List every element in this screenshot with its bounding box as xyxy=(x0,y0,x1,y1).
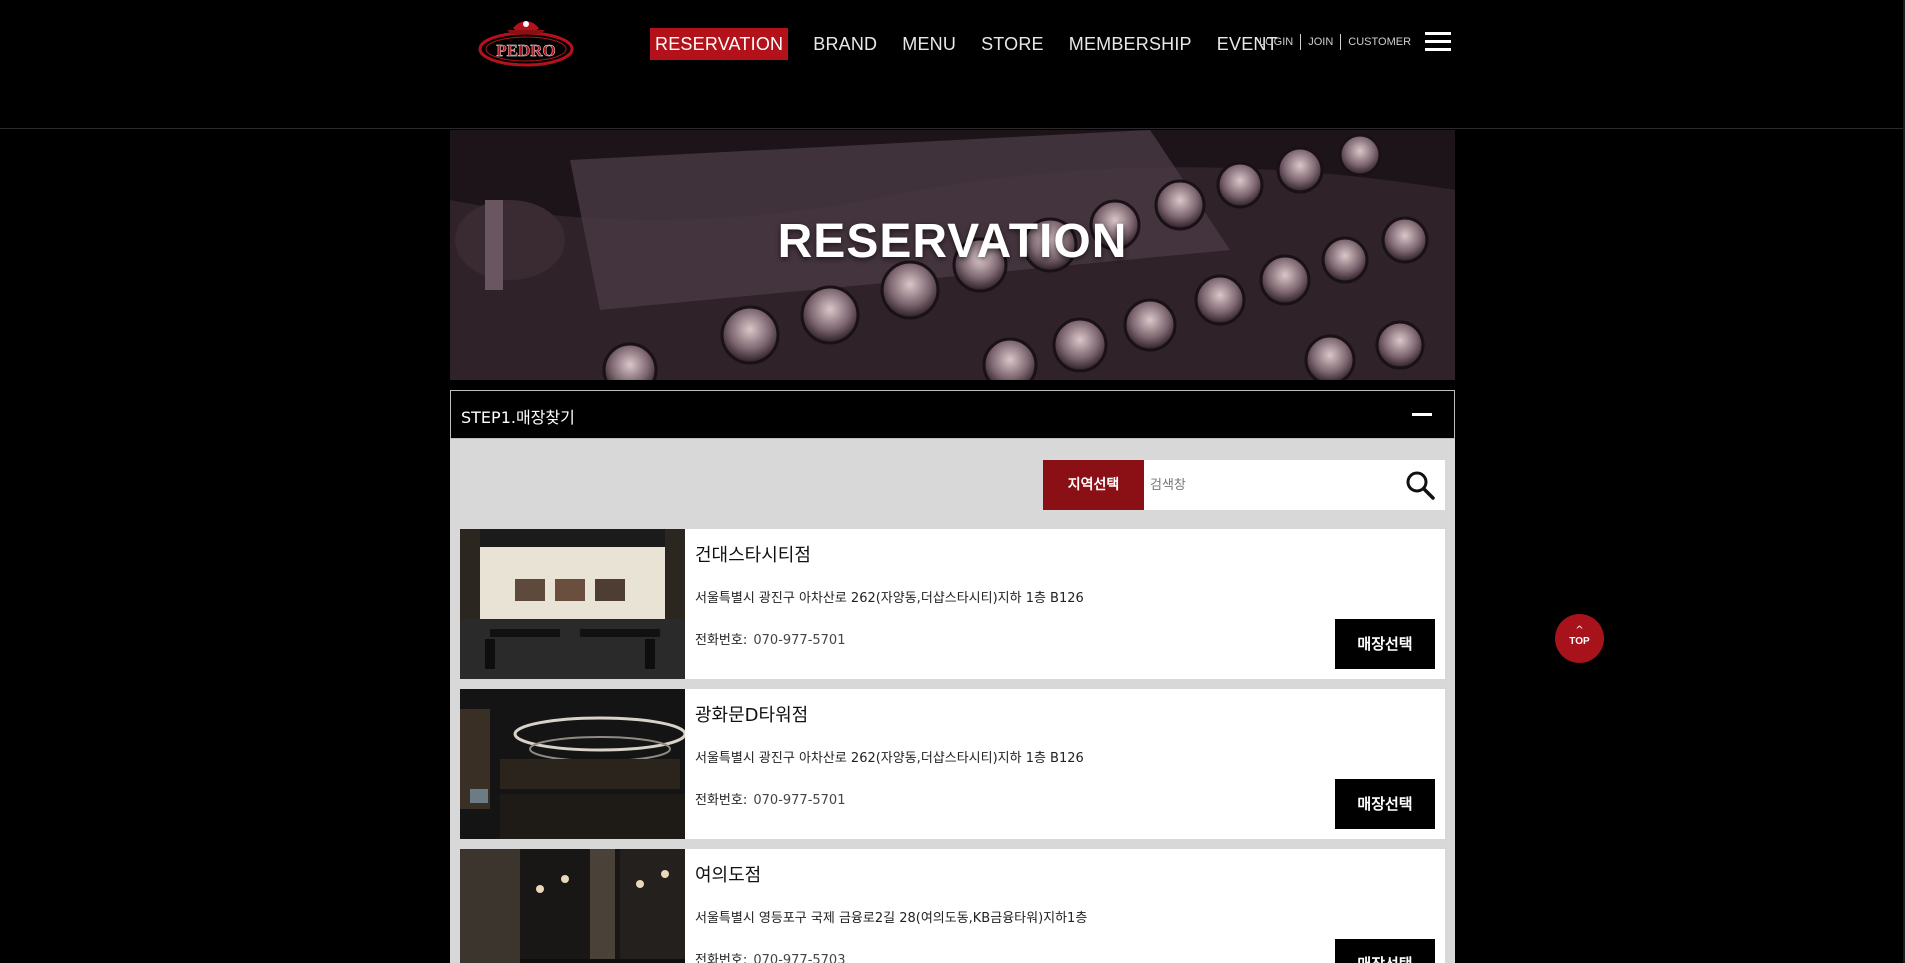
store-name: 여의도점 xyxy=(695,865,762,886)
store-phone: 전화번호: 070-977-5701 xyxy=(695,789,845,808)
store-address: 서울특별시 광진구 아차산로 262(자양동,더샵스타시티)지하 1층 B126 xyxy=(695,751,1084,766)
customer-link[interactable]: CUSTOMER xyxy=(1348,36,1411,48)
divider xyxy=(1300,34,1302,50)
store-select-button[interactable]: 매장선택 xyxy=(1335,619,1435,669)
nav-menu[interactable]: MENU xyxy=(902,28,956,60)
utility-links: LOGIN JOIN CUSTOMER xyxy=(1259,34,1411,50)
step-header[interactable]: STEP1.매장찾기 xyxy=(450,390,1455,439)
store-card: 건대스타시티점 서울특별시 광진구 아차산로 262(자양동,더샵스타시티)지하… xyxy=(460,529,1445,679)
store-select-button[interactable]: 매장선택 xyxy=(1335,779,1435,829)
minus-icon[interactable] xyxy=(1412,413,1432,416)
phone-label: 전화번호: xyxy=(695,793,748,808)
main-nav: RESERVATION BRAND MENU STORE MEMBERSHIP … xyxy=(650,28,1303,60)
store-select-button[interactable]: 매장선택 xyxy=(1335,939,1435,963)
phone-number: 070-977-5703 xyxy=(753,953,846,963)
nav-membership[interactable]: MEMBERSHIP xyxy=(1069,28,1192,60)
top-label: TOP xyxy=(1569,636,1590,647)
store-name: 광화문D타워점 xyxy=(695,705,809,726)
step-title: STEP1.매장찾기 xyxy=(461,408,575,427)
join-link[interactable]: JOIN xyxy=(1308,36,1333,48)
region-select-button[interactable]: 지역선택 xyxy=(1043,460,1144,510)
site-header: PEDRO RESERVATION BRAND MENU STORE MEMBE… xyxy=(0,0,1905,129)
phone-label: 전화번호: xyxy=(695,633,748,648)
store-card: 여의도점 서울특별시 영등포구 국제 금융로2길 28(여의도동,KB금융타워)… xyxy=(460,849,1445,963)
store-photo xyxy=(460,849,685,963)
store-name: 건대스타시티점 xyxy=(695,545,811,566)
store-search-panel: 지역선택 건대 xyxy=(450,439,1455,963)
search-input[interactable] xyxy=(1144,460,1394,510)
store-address: 서울특별시 광진구 아차산로 262(자양동,더샵스타시티)지하 1층 B126 xyxy=(695,591,1084,606)
scroll-top-button[interactable]: ^ TOP xyxy=(1555,614,1604,663)
store-phone: 전화번호: 070-977-5703 xyxy=(695,949,845,963)
hamburger-icon[interactable] xyxy=(1425,32,1451,52)
divider xyxy=(1340,34,1342,50)
nav-brand[interactable]: BRAND xyxy=(813,28,877,60)
phone-number: 070-977-5701 xyxy=(753,793,846,808)
pedro-logo[interactable]: PEDRO xyxy=(477,12,575,68)
store-address: 서울특별시 영등포구 국제 금융로2길 28(여의도동,KB금융타워)지하1층 xyxy=(695,911,1088,926)
store-card: 광화문D타워점 서울특별시 광진구 아차산로 262(자양동,더샵스타시티)지하… xyxy=(460,689,1445,839)
nav-store[interactable]: STORE xyxy=(981,28,1044,60)
phone-number: 070-977-5701 xyxy=(753,633,846,648)
hero-title: RESERVATION xyxy=(777,215,1128,268)
store-photo xyxy=(460,529,685,679)
phone-label: 전화번호: xyxy=(695,953,748,963)
chevron-up-icon: ^ xyxy=(1575,625,1584,636)
store-photo xyxy=(460,689,685,839)
login-link[interactable]: LOGIN xyxy=(1259,36,1293,48)
search-icon[interactable] xyxy=(1395,460,1445,510)
nav-reservation[interactable]: RESERVATION xyxy=(650,28,789,60)
svg-text:PEDRO: PEDRO xyxy=(496,41,556,60)
logo-mark-icon: PEDRO xyxy=(478,21,574,67)
store-phone: 전화번호: 070-977-5701 xyxy=(695,629,845,648)
hero-banner: RESERVATION xyxy=(450,130,1455,380)
search-bar: 지역선택 xyxy=(1043,460,1445,510)
